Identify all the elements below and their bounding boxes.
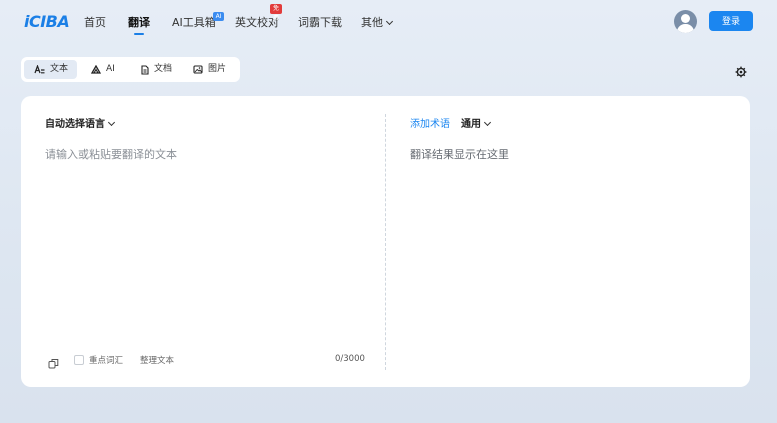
login-button[interactable]: 登录: [709, 11, 753, 31]
text-icon: [34, 65, 45, 74]
nav-more[interactable]: 其他: [361, 14, 394, 30]
nav-home[interactable]: 首页: [84, 14, 106, 30]
chevron-down-icon: [107, 118, 116, 127]
gear-icon: [735, 66, 747, 78]
free-badge: 免费: [270, 4, 283, 22]
nav-more-label: 其他: [361, 16, 383, 29]
char-counter: 0/3000: [335, 354, 365, 364]
settings-button[interactable]: [735, 63, 747, 82]
tab-image-label: 图片: [208, 64, 227, 74]
source-toolbar: 重点词汇 整理文本 0/3000: [21, 352, 385, 369]
target-text-output: 翻译结果显示在这里: [410, 148, 509, 161]
ai-icon: [91, 65, 101, 74]
top-header: iCIBA 首页 翻译 AI工具箱 AI 英文校对 免费 词霸下载 其他 登录: [0, 0, 777, 44]
copy-icon: [48, 359, 59, 369]
keyword-label[interactable]: 重点词汇: [89, 354, 123, 366]
nav-ai-toolbox[interactable]: AI工具箱: [172, 14, 216, 30]
chevron-down-icon: [385, 17, 394, 26]
panel-divider: [385, 114, 386, 370]
copy-button[interactable]: [48, 354, 59, 373]
nav-translate[interactable]: 翻译: [128, 14, 150, 30]
tab-ai[interactable]: AI: [91, 60, 131, 79]
mode-tabs: 文本 AI 文档 图片: [21, 57, 240, 82]
nav-download[interactable]: 词霸下载: [298, 14, 342, 30]
tab-text-label: 文本: [50, 64, 69, 74]
nav-active-indicator: [134, 33, 144, 35]
document-icon: [141, 64, 149, 75]
add-term-link[interactable]: 添加术语: [410, 115, 450, 130]
avatar-head: [681, 14, 690, 23]
keyword-checkbox[interactable]: [74, 355, 84, 365]
source-language-label: 自动选择语言: [45, 119, 105, 130]
tab-document-label: 文档: [154, 64, 173, 74]
tab-text[interactable]: 文本: [24, 60, 77, 79]
tab-image[interactable]: 图片: [193, 60, 239, 79]
image-icon: [193, 65, 203, 74]
user-avatar[interactable]: [674, 10, 697, 33]
chevron-down-icon: [483, 118, 492, 127]
tab-document[interactable]: 文档: [141, 60, 191, 79]
tab-ai-label: AI: [106, 64, 115, 74]
source-language-select[interactable]: 自动选择语言: [45, 115, 116, 130]
translation-card: 自动选择语言 请输入或粘贴要翻译的文本 添加术语 通用 翻译结果显示在这里 重点…: [21, 96, 750, 387]
domain-label: 通用: [461, 119, 481, 130]
iciba-logo[interactable]: iCIBA: [24, 12, 70, 31]
tidy-text-button[interactable]: 整理文本: [140, 354, 174, 366]
ai-badge: AI: [213, 12, 224, 21]
avatar-body: [677, 24, 694, 33]
domain-select[interactable]: 通用: [461, 115, 492, 130]
source-text-input[interactable]: 请输入或粘贴要翻译的文本: [45, 146, 177, 162]
